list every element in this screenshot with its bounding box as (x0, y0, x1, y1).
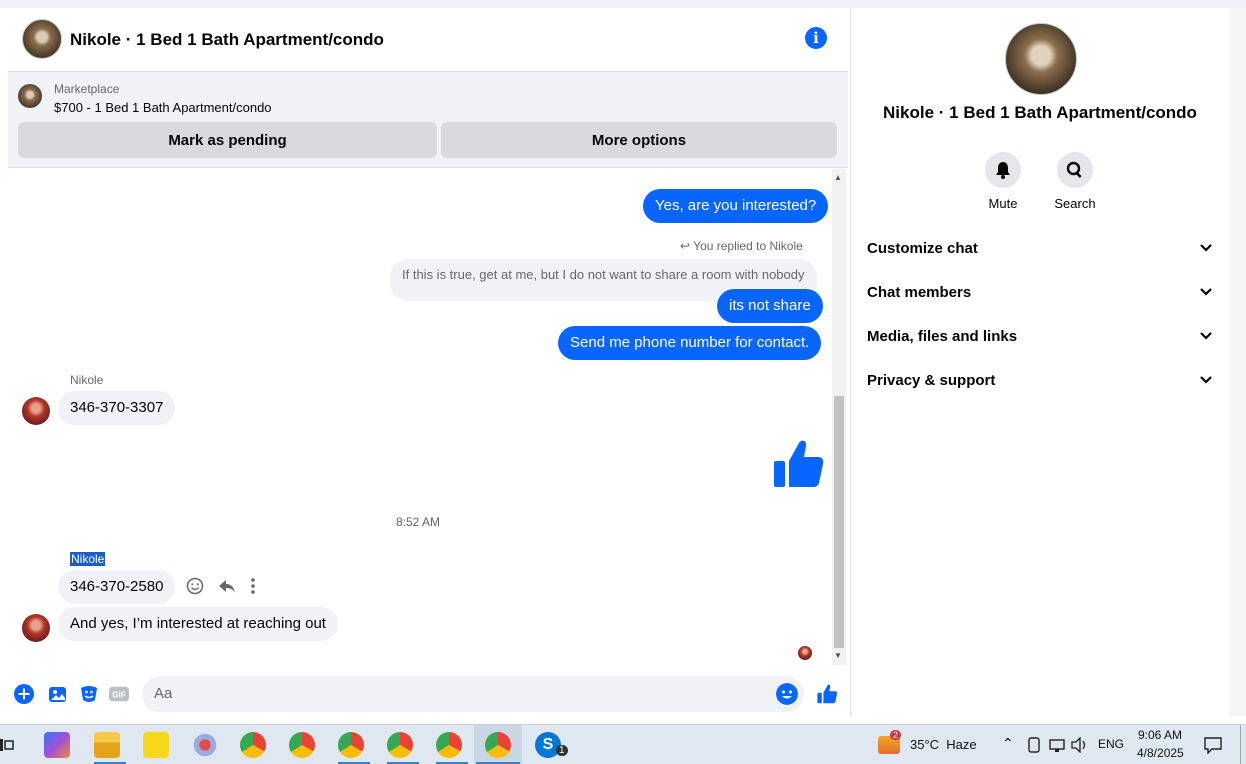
chrome-profile-icon[interactable] (289, 732, 315, 758)
marketplace-label: Marketplace (54, 82, 120, 96)
info-icon[interactable]: i (805, 27, 827, 49)
chrome-profile-icon[interactable] (436, 732, 462, 758)
seen-receipt-avatar (798, 646, 812, 660)
chevron-down-icon (1200, 376, 1212, 384)
message-timestamp: 8:52 AM (395, 515, 441, 529)
search-label: Search (1054, 196, 1096, 211)
chrome-profile-icon[interactable] (387, 732, 413, 758)
privacy-support-section[interactable]: Privacy & support (867, 358, 1213, 402)
chrome-icon[interactable] (240, 732, 266, 758)
sticky-notes-icon[interactable] (143, 732, 169, 758)
section-label: Privacy & support (867, 371, 996, 389)
language-indicator[interactable]: ENG (1098, 737, 1124, 751)
scroll-down-arrow-icon[interactable]: ▼ (834, 651, 842, 660)
clock-date[interactable]: 4/8/2025 (1137, 746, 1184, 760)
task-view-icon[interactable] (0, 737, 14, 753)
more-options-button[interactable]: More options (441, 122, 837, 158)
message-outgoing[interactable]: Yes, are you interested? (643, 189, 829, 223)
search-icon (1057, 152, 1093, 188)
more-vertical-icon[interactable] (250, 577, 256, 595)
message-scrollbar-thumb[interactable] (834, 396, 844, 648)
send-like-icon[interactable] (816, 684, 838, 704)
media-files-links-section[interactable]: Media, files and links (867, 314, 1213, 358)
scroll-up-arrow-icon[interactable]: ▲ (834, 173, 842, 182)
page-scrollbar[interactable] (1229, 8, 1246, 716)
photo-icon[interactable] (48, 684, 68, 704)
conversation-avatar (1005, 23, 1077, 95)
chevron-down-icon (1200, 288, 1212, 296)
message-outgoing[interactable]: Send me phone number for contact. (558, 326, 822, 360)
message-incoming[interactable]: And yes, I’m interested at reaching out (58, 607, 338, 641)
sender-name: Nikole (70, 552, 106, 566)
messenger-window: Nikole · 1 Bed 1 Bath Apartment/condo i … (0, 0, 1246, 764)
message-outgoing[interactable]: its not share (717, 289, 823, 323)
chevron-up-icon[interactable]: ⌃ (1002, 735, 1014, 752)
listing-avatar[interactable] (22, 19, 62, 59)
network-icon[interactable] (1049, 737, 1065, 753)
show-desktop-divider[interactable] (1240, 725, 1241, 764)
react-emoji-icon[interactable] (186, 577, 204, 595)
reply-icon: ↩︎ (680, 239, 694, 253)
device-icon[interactable] (1027, 737, 1041, 753)
sender-name-selected: Nikole (70, 552, 106, 566)
svg-text:GIF: GIF (112, 691, 126, 700)
marketplace-bar: Marketplace $700 - 1 Bed 1 Bath Apartmen… (8, 72, 848, 168)
mark-as-pending-button[interactable]: Mark as pending (18, 122, 437, 158)
chrome-active-icon[interactable] (485, 732, 511, 758)
copilot-icon[interactable] (44, 732, 70, 758)
plus-icon[interactable] (14, 684, 34, 704)
sender-avatar[interactable] (22, 397, 50, 425)
notifications-icon[interactable] (1204, 736, 1222, 754)
skype-badge: 1 (556, 745, 568, 756)
section-label: Media, files and links (867, 327, 1018, 345)
conversation-name: Nikole · 1 Bed 1 Bath Apartment/condo (883, 103, 1197, 122)
weather-text[interactable]: 35°C Haze (910, 737, 977, 752)
message-actions (186, 577, 256, 595)
snipping-tool-icon[interactable] (192, 732, 218, 758)
bell-icon (985, 152, 1021, 188)
clock-time[interactable]: 9:06 AM (1138, 728, 1182, 742)
listing-thumbnail (18, 84, 42, 108)
composer: GIF Aa (8, 672, 848, 716)
volume-icon[interactable] (1071, 737, 1089, 753)
listing-title[interactable]: $700 - 1 Bed 1 Bath Apartment/condo (54, 100, 272, 115)
message-incoming[interactable]: 346-370-2580 (58, 570, 176, 604)
section-label: Chat members (867, 283, 972, 301)
mute-button[interactable]: Mute (973, 152, 1033, 211)
like-sticker-icon[interactable] (772, 439, 824, 489)
message-input[interactable]: Aa (142, 676, 804, 712)
message-list[interactable]: Yes, are you interested? ↩︎ You replied … (8, 169, 848, 665)
reply-indicator-text: You replied to Nikole (693, 239, 803, 253)
top-strip (0, 0, 1246, 8)
file-explorer-icon[interactable] (94, 732, 120, 758)
reply-indicator: ↩︎ You replied to Nikole (680, 239, 803, 253)
chevron-down-icon (1200, 332, 1212, 340)
emoji-icon[interactable] (776, 683, 798, 705)
reply-icon[interactable] (218, 577, 236, 595)
chevron-down-icon (1200, 244, 1212, 252)
sender-name: Nikole (70, 373, 104, 387)
chat-members-section[interactable]: Chat members (867, 270, 1213, 314)
chat-title[interactable]: Nikole · 1 Bed 1 Bath Apartment/condo (70, 30, 384, 50)
conversation-details-panel: Nikole · 1 Bed 1 Bath Apartment/condo Mu… (850, 8, 1228, 716)
sender-avatar[interactable] (22, 614, 50, 642)
sticker-icon[interactable] (79, 684, 99, 704)
mute-label: Mute (988, 196, 1018, 211)
chrome-profile-icon[interactable] (338, 732, 364, 758)
windows-taskbar: S 1 2 35°C Haze ⌃ ENG 9:06 AM 4/8/2025 (0, 724, 1246, 764)
gif-icon[interactable]: GIF (109, 684, 129, 704)
section-label: Customize chat (867, 239, 978, 257)
weather-badge: 2 (890, 730, 902, 740)
search-button[interactable]: Search (1045, 152, 1105, 211)
customize-chat-section[interactable]: Customize chat (867, 226, 1213, 270)
chat-header: Nikole · 1 Bed 1 Bath Apartment/condo i (8, 8, 848, 72)
message-incoming[interactable]: 346-370-3307 (58, 391, 176, 425)
